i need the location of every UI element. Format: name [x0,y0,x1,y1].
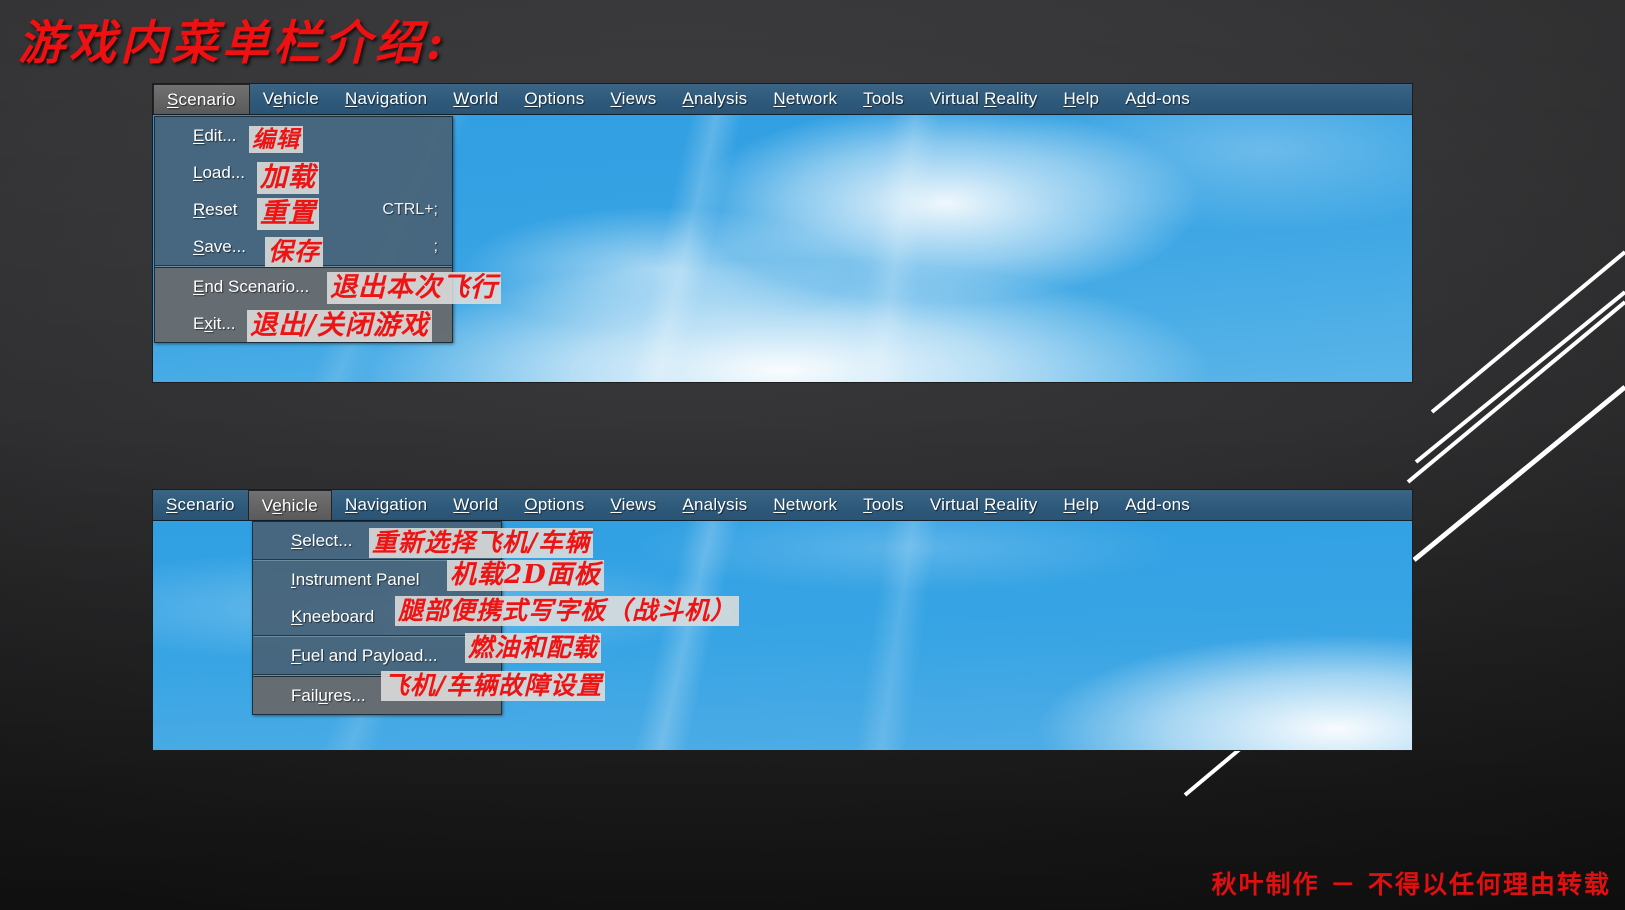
menu-item-label: Analysis [682,495,748,514]
menu-option-label: Failures... [291,685,366,705]
menu-bar-scenario[interactable]: Scenario Vehicle Navigation World Option… [153,84,1412,115]
menu-item-label: Views [610,89,657,108]
menu-bar-vehicle[interactable]: Scenario Vehicle Navigation World Option… [153,490,1412,521]
menu-item-label: Network [773,495,838,514]
menu-option-label: Load... [193,162,246,182]
annotation-load: 加载 [257,162,319,194]
menu-option-shortcut: ; [433,237,438,255]
menu-item-label: Add-ons [1125,495,1190,514]
menu-option-label: Reset [193,199,238,219]
menu-item-label: Analysis [682,89,748,108]
menu-item-navigation[interactable]: Navigation [332,490,440,520]
menu-item-label: Vehicle [261,495,318,515]
menu-item-virtual-reality[interactable]: Virtual Reality [917,84,1051,114]
menu-item-vehicle[interactable]: Vehicle [247,490,332,520]
menu-option-label: Instrument Panel [291,569,420,589]
annotation-kneeboard: 腿部便携式写字板（战斗机） [395,596,740,626]
menu-item-label: Tools [863,89,904,108]
page-title: 游戏内菜单栏介绍: [18,16,448,71]
menu-item-label: Help [1063,495,1100,514]
menu-item-network[interactable]: Network [760,490,850,520]
menu-option-fuel-and-payload[interactable]: Fuel and Payload... [253,637,501,674]
menu-item-label: Network [773,89,838,108]
annotation-reset: 重置 [257,198,319,230]
annotation-fuel-and-payload: 燃油和配载 [465,633,602,663]
menu-item-tools[interactable]: Tools [850,490,917,520]
menu-item-label: Scenario [166,495,235,514]
menu-item-help[interactable]: Help [1050,490,1112,520]
menu-item-virtual-reality[interactable]: Virtual Reality [917,490,1051,520]
menu-item-label: Views [610,495,657,514]
menu-item-world[interactable]: World [440,490,511,520]
menu-item-help[interactable]: Help [1050,84,1112,114]
menu-item-views[interactable]: Views [597,84,669,114]
annotation-edit: 编辑 [249,126,303,154]
menu-item-world[interactable]: World [440,84,511,114]
menu-option-shortcut: CTRL+; [382,200,438,218]
menu-item-analysis[interactable]: Analysis [669,490,760,520]
menu-item-label: Tools [863,495,904,514]
screenshot-vehicle-menu: Scenario Vehicle Navigation World Option… [152,489,1413,751]
annotation-exit: 退出/关闭游戏 [247,310,432,342]
menu-option-label: Fuel and Payload... [291,645,438,665]
menu-option-label: Save... [193,236,246,256]
menu-option-label: Select... [291,530,353,550]
screenshot-scenario-menu: Scenario Vehicle Navigation World Option… [152,83,1413,383]
menu-item-scenario[interactable]: Scenario [153,490,248,520]
menu-item-label: Options [524,495,585,514]
menu-item-label: Help [1063,89,1100,108]
dropdown-group-fuel: Fuel and Payload... [253,637,501,674]
annotation-save: 保存 [265,237,324,267]
menu-item-label: Virtual Reality [929,495,1038,514]
menu-item-label: World [453,89,499,108]
menu-item-label: Add-ons [1125,89,1190,108]
menu-item-label: Scenario [167,89,236,109]
menu-option-label: Exit... [193,313,236,333]
menu-item-add-ons[interactable]: Add-ons [1112,84,1203,114]
menu-item-tools[interactable]: Tools [850,84,917,114]
menu-item-label: Virtual Reality [929,89,1038,108]
menu-item-views[interactable]: Views [597,490,669,520]
menu-item-vehicle[interactable]: Vehicle [250,84,332,114]
menu-option-label: End Scenario... [193,276,310,296]
menu-item-options[interactable]: Options [511,490,597,520]
menu-item-label: Navigation [344,89,428,108]
footer-credit: 秋叶制作 － 不得以任何理由转载 [1211,870,1611,899]
annotation-instrument-panel: 机载2D面板 [447,560,604,591]
menu-item-label: World [453,495,499,514]
menu-item-options[interactable]: Options [511,84,597,114]
menu-option-label: Kneeboard [291,606,375,626]
menu-option-edit[interactable]: Edit... [155,117,452,154]
menu-option-label: Edit... [193,125,237,145]
annotation-end-scenario: 退出本次飞行 [327,272,501,304]
menu-item-label: Vehicle [262,89,319,108]
annotation-failures: 飞机/车辆故障设置 [381,671,606,701]
menu-item-label: Navigation [344,495,428,514]
annotation-select: 重新选择飞机/车辆 [369,528,594,558]
menu-item-navigation[interactable]: Navigation [332,84,440,114]
menu-item-add-ons[interactable]: Add-ons [1112,490,1203,520]
menu-item-label: Options [524,89,585,108]
menu-item-scenario[interactable]: Scenario [153,84,250,114]
menu-item-analysis[interactable]: Analysis [669,84,760,114]
menu-item-network[interactable]: Network [760,84,850,114]
